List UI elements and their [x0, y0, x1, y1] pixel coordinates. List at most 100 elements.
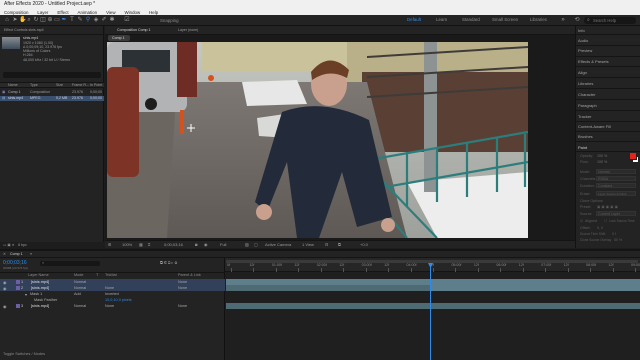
- visibility-eye-icon[interactable]: ◉: [3, 304, 6, 309]
- mask-mode[interactable]: Add: [74, 292, 81, 296]
- toggle-switches-label[interactable]: Toggle Switches / Modes: [3, 352, 45, 356]
- workspace-default[interactable]: Default: [407, 17, 421, 22]
- workspace-small-screen[interactable]: Small Screen: [492, 17, 518, 22]
- col-t[interactable]: T: [96, 273, 98, 277]
- workspace-standard[interactable]: Standard: [462, 17, 480, 22]
- project-search-input[interactable]: [3, 72, 101, 78]
- selection-tool-icon[interactable]: ➤: [12, 17, 18, 23]
- foreground-color-swatch-top[interactable]: [629, 152, 637, 160]
- col-parent[interactable]: Parent & Link: [178, 273, 201, 277]
- column-type[interactable]: Type: [30, 83, 38, 87]
- views-select[interactable]: 1 View: [302, 242, 314, 247]
- tab-menu-icon[interactable]: ≡: [30, 252, 32, 256]
- search-help-field[interactable]: Search Help: [584, 16, 636, 24]
- rotate-tool-icon[interactable]: ↻: [33, 17, 39, 23]
- aligned-checkbox-icon[interactable]: ☑: [580, 219, 583, 223]
- offset-value[interactable]: 0, 0: [597, 226, 603, 230]
- panel-info[interactable]: Info: [578, 28, 585, 33]
- transparency-grid-icon[interactable]: ▨: [245, 242, 249, 247]
- timeline-switch-icons[interactable]: ⧉ ◴ ⊡ ◐ ⊗: [160, 261, 177, 265]
- snapshot-icon[interactable]: ◙: [195, 242, 197, 247]
- menu-window[interactable]: Window: [125, 10, 141, 15]
- layer-name[interactable]: [sinis.mp4]: [31, 304, 49, 308]
- exposure-value[interactable]: +0.0: [360, 242, 368, 247]
- hand-tool-icon[interactable]: ✋: [19, 17, 26, 23]
- layer-parent[interactable]: None: [178, 286, 187, 290]
- panel-character[interactable]: Character: [578, 92, 596, 97]
- bit-depth[interactable]: 8 bpc: [18, 243, 27, 247]
- col-mode[interactable]: Mode: [74, 273, 84, 277]
- sync-icon[interactable]: ⟲: [574, 17, 580, 23]
- col-trkmat[interactable]: TrkMat: [105, 273, 117, 277]
- eraser-tool-icon[interactable]: ◈: [93, 17, 99, 23]
- label-color-swatch[interactable]: [16, 304, 20, 308]
- panel-libraries[interactable]: Libraries: [578, 81, 593, 86]
- timeline-search-input[interactable]: [40, 261, 100, 266]
- zoom-level[interactable]: 100%: [122, 242, 132, 247]
- type-tool-icon[interactable]: T: [69, 17, 75, 23]
- layer-mode[interactable]: Normal: [74, 304, 86, 308]
- snapping-checkbox-icon[interactable]: ☑: [124, 17, 130, 23]
- puppet-tool-icon[interactable]: ✱: [109, 17, 115, 23]
- panel-paragraph[interactable]: Paragraph: [578, 103, 597, 108]
- workspace-learn[interactable]: Learn: [436, 17, 447, 22]
- layer-mode[interactable]: Normal: [74, 286, 86, 290]
- menu-effect[interactable]: Effect: [57, 10, 68, 15]
- mask-name[interactable]: Mask 1: [30, 292, 42, 296]
- panel-align[interactable]: Align: [578, 70, 587, 75]
- mask-feather-value[interactable]: 10,0,10,0 pixels: [105, 298, 132, 302]
- magnify-icon[interactable]: ⊞: [108, 242, 111, 247]
- layer-duration-bar[interactable]: [226, 285, 430, 291]
- current-time[interactable]: 0;00;03;16: [164, 242, 183, 247]
- source-time-value[interactable]: 0 f: [612, 232, 616, 236]
- workspace-libraries[interactable]: Libraries: [530, 17, 547, 22]
- video-frame[interactable]: [107, 42, 528, 238]
- grid-icon[interactable]: ⌗: [148, 242, 150, 247]
- home-icon[interactable]: ⌂: [4, 17, 10, 23]
- flow-value[interactable]: 100 %: [597, 160, 607, 164]
- column-in-point[interactable]: In Point: [90, 83, 102, 87]
- layer-duration-bar[interactable]: [430, 285, 640, 291]
- layer-name[interactable]: [sinis.mp4]: [31, 286, 49, 290]
- brush-tool-icon[interactable]: ✎: [77, 17, 83, 23]
- panel-preview[interactable]: Preview: [578, 48, 592, 53]
- mask-inverted[interactable]: Inverted: [105, 292, 119, 296]
- column-frame-rate[interactable]: Frame R...: [72, 83, 89, 87]
- visibility-eye-icon[interactable]: ◉: [3, 286, 6, 291]
- composition-tab[interactable]: Composition Comp 1: [117, 28, 151, 32]
- clone-stamp-tool-icon[interactable]: ⚲: [85, 17, 91, 23]
- layer-trkmat[interactable]: None: [105, 286, 114, 290]
- preset-icons[interactable]: ▣ ▣ ▣ ▣ ▣: [597, 205, 618, 209]
- panel-effects-presets[interactable]: Effects & Presets: [578, 59, 609, 64]
- panel-content-aware-fill[interactable]: Content-Aware Fill: [578, 124, 611, 129]
- layer-name[interactable]: [sinis.mp4]: [31, 280, 49, 284]
- pan-behind-tool-icon[interactable]: ⊕: [47, 17, 53, 23]
- roi-icon[interactable]: ▢: [254, 242, 258, 247]
- layer-parent[interactable]: None: [178, 280, 187, 284]
- panel-brushes[interactable]: Brushes: [578, 134, 593, 139]
- menu-view[interactable]: View: [106, 10, 115, 15]
- panel-audio[interactable]: Audio: [578, 38, 588, 43]
- panel-paint[interactable]: Paint: [578, 145, 587, 150]
- col-layer-name[interactable]: Layer Name: [28, 273, 49, 277]
- panel-tracker[interactable]: Tracker: [578, 114, 591, 119]
- flowchart-icon[interactable]: ⧉: [338, 242, 341, 247]
- column-name[interactable]: Name: [8, 83, 18, 87]
- channel-icon[interactable]: ◉: [204, 242, 208, 247]
- layer-mode[interactable]: Normal: [74, 280, 86, 284]
- close-tab-icon[interactable]: ✕: [3, 252, 6, 256]
- region-icon[interactable]: ▦: [139, 242, 143, 247]
- lock-source-checkbox-icon[interactable]: ☐: [604, 219, 607, 223]
- roto-brush-tool-icon[interactable]: ✐: [101, 17, 107, 23]
- label-color-swatch[interactable]: [16, 280, 20, 284]
- timeline-track-area[interactable]: [225, 258, 640, 360]
- menu-composition[interactable]: Composition: [4, 10, 28, 15]
- mask-tool-icon[interactable]: ▭: [54, 17, 60, 23]
- pen-tool-icon[interactable]: ✒: [61, 17, 67, 23]
- menu-layer[interactable]: Layer: [37, 10, 48, 15]
- menu-help[interactable]: Help: [149, 10, 158, 15]
- layer-trkmat[interactable]: None: [105, 304, 114, 308]
- resolution-select[interactable]: Full: [220, 242, 226, 247]
- expand-arrow-icon[interactable]: ▾: [25, 292, 27, 297]
- effect-controls-tab[interactable]: Effect Controls sinis.mp4: [4, 28, 44, 32]
